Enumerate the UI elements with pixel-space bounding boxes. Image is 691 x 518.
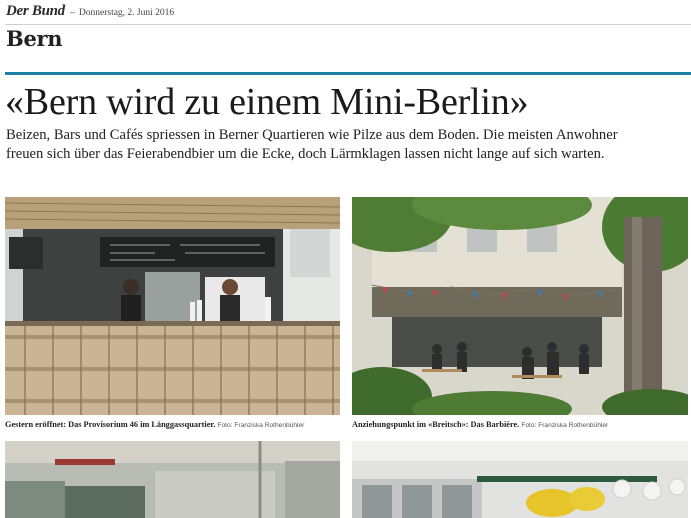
photo-credit: Foto: Franziska Rothenbühler (521, 422, 609, 429)
photo-provisorium-bar[interactable] (5, 197, 340, 415)
photo-caption: Anziehungspunkt im «Breitsch»: Das Barbi… (352, 420, 608, 429)
photo-interior-left[interactable] (5, 441, 340, 518)
article-lead: Beizen, Bars und Cafés spriessen in Bern… (6, 126, 688, 164)
masthead-divider (5, 24, 691, 25)
issue-date: Donnerstag, 2. Juni 2016 (78, 8, 175, 18)
caption-text: Gestern eröffnet: Das Provisorium 46 im … (5, 420, 216, 429)
masthead: Der Bund – Donnerstag, 2. Juni 2016 (6, 3, 691, 25)
lead-line: freuen sich über das Feierabendbier um d… (6, 146, 605, 162)
photo-credit: Foto: Franziska Rothenbühler (217, 422, 305, 429)
section-accent-rule (5, 72, 691, 75)
masthead-dash: – (69, 7, 75, 17)
newspaper-logo[interactable]: Der Bund (6, 3, 65, 20)
section-title: Bern (6, 26, 63, 51)
lead-line: Beizen, Bars und Cafés spriessen in Bern… (6, 127, 618, 143)
caption-text: Anziehungspunkt im «Breitsch»: Das Barbi… (352, 420, 520, 429)
photo-barbiere[interactable] (352, 197, 688, 415)
photo-caption: Gestern eröffnet: Das Provisorium 46 im … (5, 420, 304, 429)
article-headline: «Bern wird zu einem Mini-Berlin» (5, 81, 529, 123)
photo-interior-right[interactable] (352, 441, 688, 518)
